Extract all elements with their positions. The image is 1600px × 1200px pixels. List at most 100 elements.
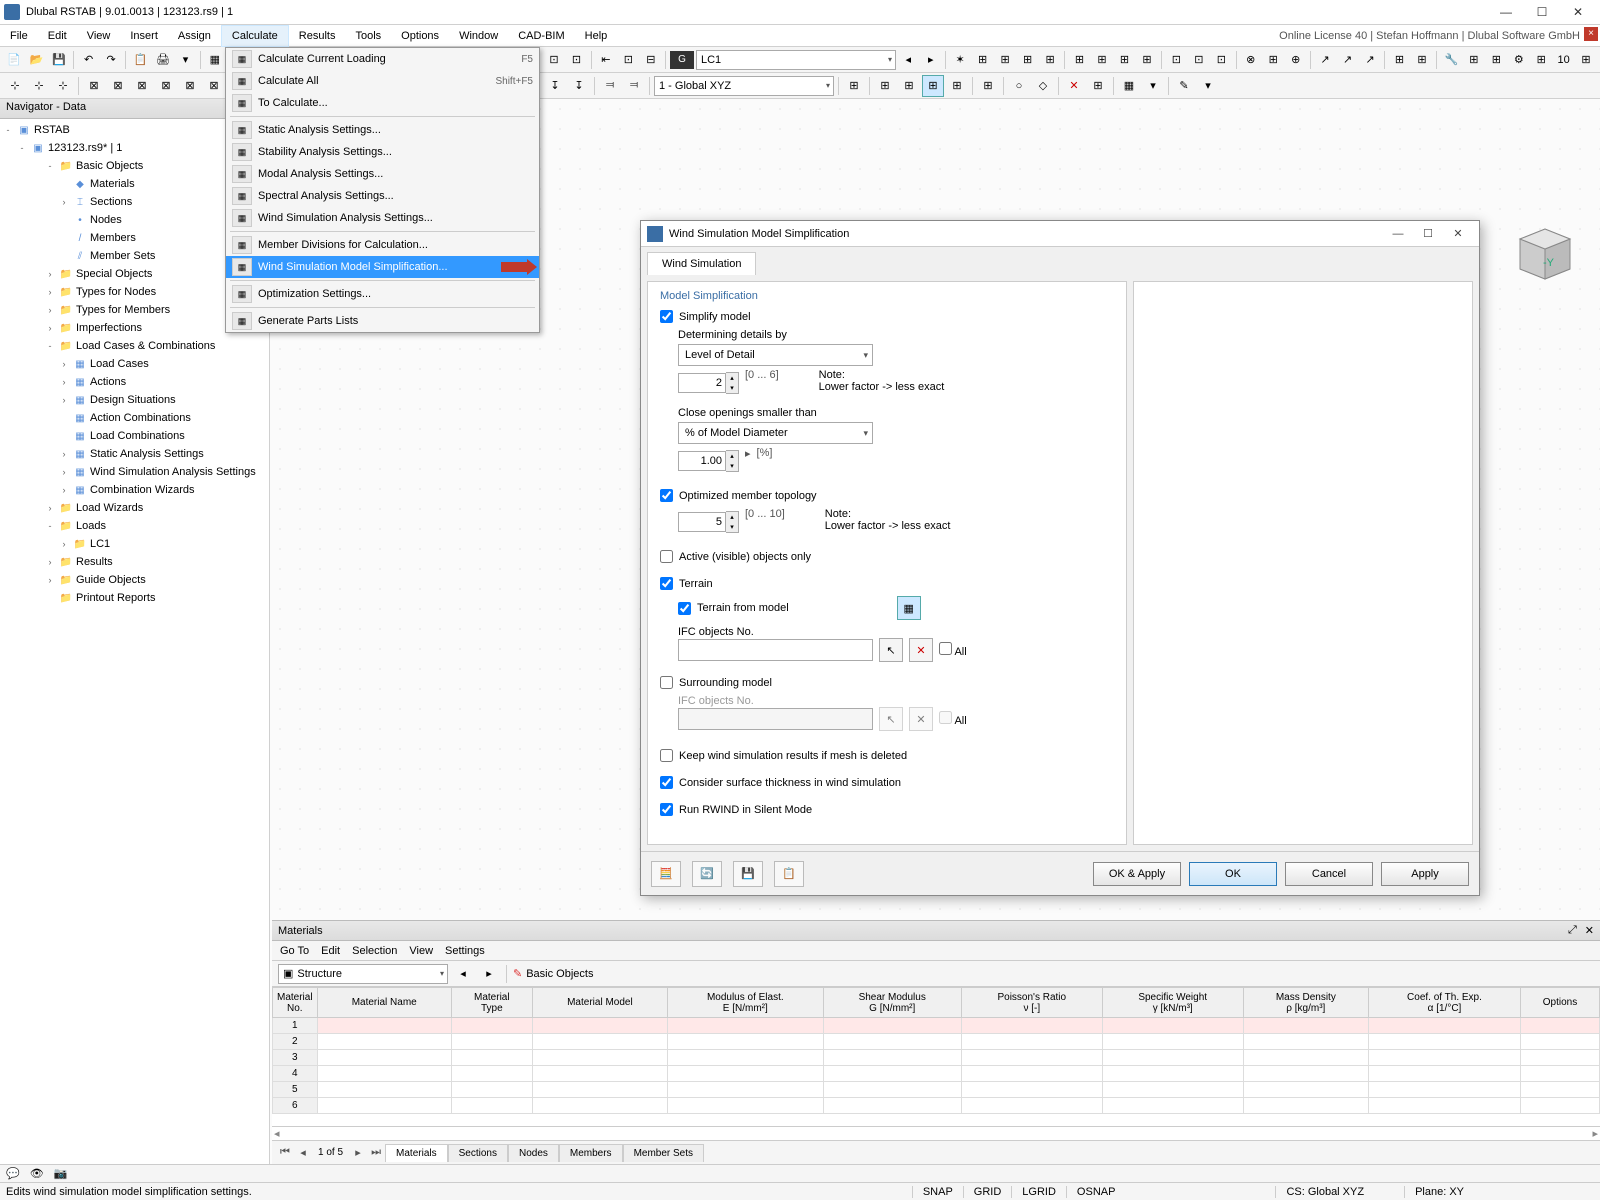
tool-icon[interactable]: ⊞ bbox=[977, 75, 999, 97]
dialog-close[interactable]: ✕ bbox=[1443, 223, 1473, 245]
structure-combo[interactable]: ▣Structure bbox=[278, 964, 448, 984]
tool-icon[interactable]: ⊞ bbox=[922, 75, 944, 97]
doc-close-button[interactable]: × bbox=[1584, 27, 1598, 41]
tool-icon[interactable]: ⊞ bbox=[995, 49, 1015, 71]
tool-icon[interactable]: ○ bbox=[1008, 75, 1030, 97]
col-header[interactable]: Modulus of Elast.E [N/mm²] bbox=[668, 988, 824, 1018]
next-icon[interactable]: ▸ bbox=[920, 49, 940, 71]
surround-checkbox[interactable] bbox=[660, 676, 673, 689]
tab-members[interactable]: Members bbox=[559, 1144, 623, 1162]
tool-icon[interactable]: ⊠ bbox=[155, 75, 177, 97]
tool-icon[interactable]: ⊞ bbox=[1114, 49, 1134, 71]
tool-icon[interactable]: ▾ bbox=[175, 49, 195, 71]
col-header[interactable]: Specific Weightγ [kN/m³] bbox=[1102, 988, 1243, 1018]
tool-icon[interactable]: ⊠ bbox=[83, 75, 105, 97]
page-first-icon[interactable]: ⏮ bbox=[276, 1146, 294, 1159]
tree-item[interactable]: -📁Loads bbox=[0, 517, 269, 535]
ifc1-input[interactable] bbox=[678, 639, 873, 661]
terrain-edit-icon[interactable]: ▦ bbox=[897, 596, 921, 620]
opt-checkbox[interactable] bbox=[660, 489, 673, 502]
tool-icon[interactable]: ⊡ bbox=[1189, 49, 1209, 71]
tool-icon[interactable]: ⊞ bbox=[1464, 49, 1484, 71]
tool-icon[interactable]: ⊟ bbox=[641, 49, 661, 71]
tool-icon[interactable]: ⊡ bbox=[1166, 49, 1186, 71]
menu-insert[interactable]: Insert bbox=[120, 25, 168, 47]
new-icon[interactable]: 📄 bbox=[4, 49, 24, 71]
closeval-spinner[interactable]: ▴▾ bbox=[678, 450, 739, 472]
mat-menu-view[interactable]: View bbox=[409, 945, 433, 957]
terrainfrom-checkbox[interactable] bbox=[678, 602, 691, 615]
tool-icon[interactable]: ⊞ bbox=[843, 75, 865, 97]
foot-tool-icon[interactable]: 📋 bbox=[774, 861, 804, 887]
tab-materials[interactable]: Materials bbox=[385, 1144, 448, 1162]
tool-icon[interactable]: ▦ bbox=[205, 49, 225, 71]
tool-icon[interactable]: ✎ bbox=[1173, 75, 1195, 97]
tree-item[interactable]: ›▦Design Situations bbox=[0, 391, 269, 409]
tree-item[interactable]: ›📁Load Wizards bbox=[0, 499, 269, 517]
menu-item[interactable]: ▦Member Divisions for Calculation... bbox=[226, 234, 539, 256]
ok-button[interactable]: OK bbox=[1189, 862, 1277, 886]
consider-checkbox[interactable] bbox=[660, 776, 673, 789]
eye-icon[interactable]: 👁 bbox=[30, 1167, 44, 1180]
col-header[interactable]: MaterialNo. bbox=[273, 988, 318, 1018]
ifc1-pick-icon[interactable]: ↖ bbox=[879, 638, 903, 662]
tree-item[interactable]: ›▦Static Analysis Settings bbox=[0, 445, 269, 463]
col-header[interactable]: Mass Densityρ [kg/m³] bbox=[1243, 988, 1368, 1018]
menu-edit[interactable]: Edit bbox=[38, 25, 77, 47]
col-header[interactable]: Material Name bbox=[317, 988, 451, 1018]
close-combo[interactable]: % of Model Diameter bbox=[678, 422, 873, 444]
tool-icon[interactable]: ▾ bbox=[1197, 75, 1219, 97]
menu-help[interactable]: Help bbox=[575, 25, 618, 47]
mat-menu-edit[interactable]: Edit bbox=[321, 945, 340, 957]
status-snap[interactable]: SNAP bbox=[912, 1186, 963, 1198]
panel-close-icon[interactable]: ✕ bbox=[1585, 924, 1594, 937]
col-header[interactable]: Options bbox=[1521, 988, 1600, 1018]
menu-item[interactable]: ▦Calculate Current LoadingF5 bbox=[226, 48, 539, 70]
tool-icon[interactable]: ↗ bbox=[1315, 49, 1335, 71]
tool-icon[interactable]: ⚙ bbox=[1509, 49, 1529, 71]
tool-icon[interactable]: ⊞ bbox=[1576, 49, 1596, 71]
mat-menu-settings[interactable]: Settings bbox=[445, 945, 485, 957]
tab-wind-simulation[interactable]: Wind Simulation bbox=[647, 252, 756, 275]
menu-window[interactable]: Window bbox=[449, 25, 508, 47]
cancel-button[interactable]: Cancel bbox=[1285, 862, 1373, 886]
materials-table[interactable]: MaterialNo.Material NameMaterialTypeMate… bbox=[272, 987, 1600, 1126]
tool-icon[interactable]: ⊞ bbox=[1486, 49, 1506, 71]
menu-file[interactable]: File bbox=[0, 25, 38, 47]
next-icon[interactable]: ▸ bbox=[478, 963, 500, 985]
foot-tool-icon[interactable]: 🔄 bbox=[692, 861, 722, 887]
col-header[interactable]: Shear ModulusG [N/mm²] bbox=[823, 988, 961, 1018]
tree-item[interactable]: ›📁Guide Objects bbox=[0, 571, 269, 589]
menu-tools[interactable]: Tools bbox=[345, 25, 391, 47]
rwind-checkbox[interactable] bbox=[660, 803, 673, 816]
tool-icon[interactable]: ⊡ bbox=[544, 49, 564, 71]
tool-icon[interactable]: ⊗ bbox=[1240, 49, 1260, 71]
table-row[interactable]: 5 bbox=[273, 1082, 1600, 1098]
col-header[interactable]: MaterialType bbox=[451, 988, 532, 1018]
tool-icon[interactable]: ▦ bbox=[1118, 75, 1140, 97]
dialog-titlebar[interactable]: Wind Simulation Model Simplification — ☐… bbox=[641, 221, 1479, 247]
tool-icon[interactable]: ↧ bbox=[544, 75, 566, 97]
tool-icon[interactable]: ⊞ bbox=[1069, 49, 1089, 71]
tree-item[interactable]: ▦Load Combinations bbox=[0, 427, 269, 445]
tool-icon[interactable]: ⫤ bbox=[623, 75, 645, 97]
tree-item[interactable]: ›▦Wind Simulation Analysis Settings bbox=[0, 463, 269, 481]
col-header[interactable]: Coef. of Th. Exp.α [1/°C] bbox=[1368, 988, 1520, 1018]
ifc1-all-checkbox[interactable] bbox=[939, 642, 952, 655]
tool-icon[interactable]: ⊕ bbox=[1285, 49, 1305, 71]
coord-combo[interactable]: 1 - Global XYZ bbox=[654, 76, 834, 96]
tool-icon[interactable]: ⊠ bbox=[179, 75, 201, 97]
tool-icon[interactable]: ⫤ bbox=[599, 75, 621, 97]
tool-icon[interactable]: ⊞ bbox=[1263, 49, 1283, 71]
tool-icon[interactable]: ⊠ bbox=[107, 75, 129, 97]
table-row[interactable]: 2 bbox=[273, 1034, 1600, 1050]
menu-assign[interactable]: Assign bbox=[168, 25, 221, 47]
page-last-icon[interactable]: ⏭ bbox=[367, 1146, 385, 1159]
menu-results[interactable]: Results bbox=[289, 25, 346, 47]
tool-icon[interactable]: ⊹ bbox=[4, 75, 26, 97]
optval-spinner[interactable]: ▴▾ bbox=[678, 511, 739, 533]
status-lgrid[interactable]: LGRID bbox=[1011, 1186, 1066, 1198]
detval-spinner[interactable]: ▴▾ bbox=[678, 372, 739, 394]
loadcase-combo[interactable]: LC1 bbox=[696, 50, 896, 70]
tool-icon[interactable]: ⊞ bbox=[874, 75, 896, 97]
